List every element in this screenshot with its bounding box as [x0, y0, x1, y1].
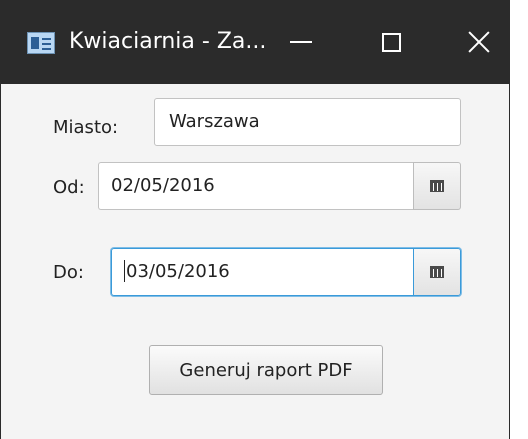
calendar-icon	[430, 180, 444, 192]
text-caret	[124, 259, 125, 282]
minimize-icon	[290, 41, 312, 43]
close-icon	[467, 30, 491, 54]
from-date-input[interactable]: 02/05/2016	[98, 162, 413, 210]
maximize-button[interactable]	[356, 0, 426, 84]
city-label: Miasto:	[53, 117, 119, 138]
to-date-calendar-button[interactable]	[413, 248, 461, 296]
calendar-icon	[430, 266, 444, 278]
to-date-picker: 03/05/2016	[111, 248, 461, 296]
app-icon	[27, 32, 55, 54]
from-date-picker: 02/05/2016	[98, 162, 461, 210]
to-date-input[interactable]: 03/05/2016	[111, 248, 413, 296]
minimize-button[interactable]	[266, 0, 336, 84]
close-button[interactable]	[444, 0, 509, 84]
to-date-label: Do:	[53, 262, 84, 283]
generate-pdf-report-button[interactable]: Generuj raport PDF	[149, 345, 383, 395]
window-title: Kwiaciarnia - Za...	[69, 29, 267, 54]
app-window: Kwiaciarnia - Za... Miasto: Warszawa Od:…	[0, 0, 510, 439]
from-date-label: Od:	[53, 177, 85, 198]
maximize-icon	[381, 32, 401, 52]
city-input[interactable]: Warszawa	[154, 98, 461, 146]
from-date-calendar-button[interactable]	[413, 162, 461, 210]
to-date-value: 03/05/2016	[126, 261, 230, 282]
title-bar[interactable]: Kwiaciarnia - Za...	[1, 0, 509, 84]
